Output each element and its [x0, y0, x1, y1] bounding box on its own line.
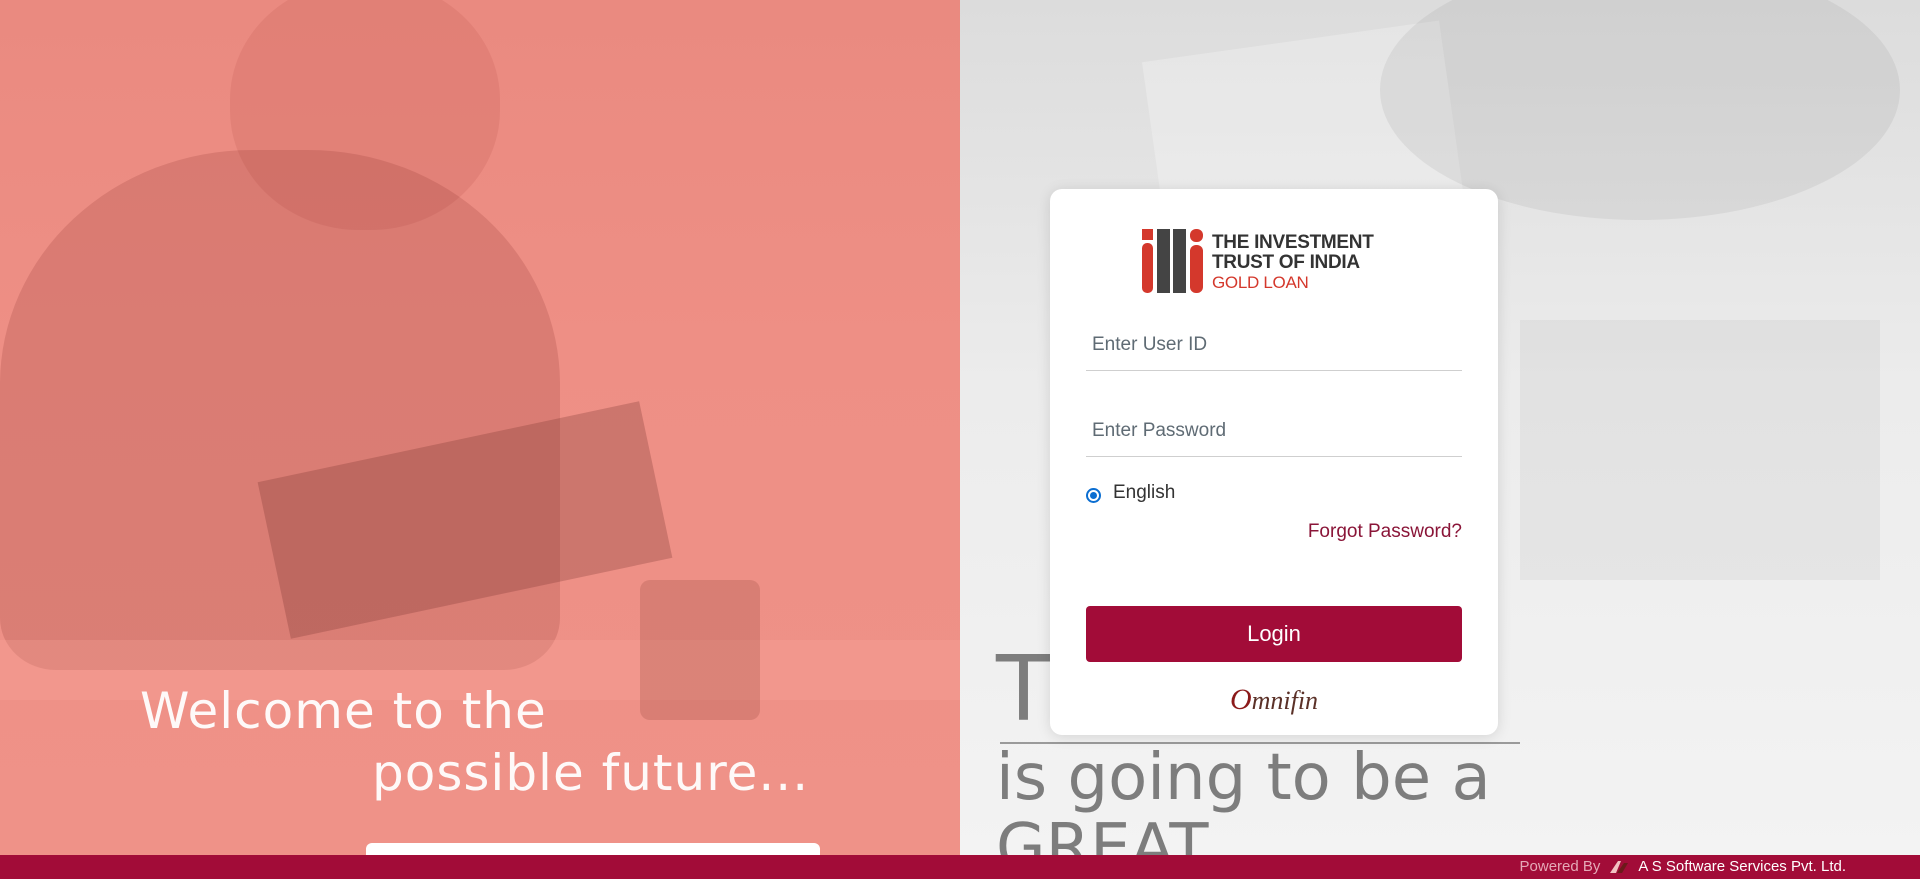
welcome-line-2: possible future...: [372, 744, 810, 802]
footer-bar: Powered By A S Software Services Pvt. Lt…: [0, 855, 1920, 879]
logo-line-2: TRUST OF INDIA: [1212, 252, 1360, 273]
omnifin-brand-rest: mnifin: [1251, 686, 1319, 715]
iti-logo-text: THE INVESTMENT TRUST OF INDIA GOLD LOAN: [1212, 233, 1374, 293]
iti-logo-mark-icon: [1142, 229, 1203, 293]
powered-by-label: Powered By: [1519, 858, 1601, 875]
language-radio[interactable]: [1086, 487, 1101, 503]
forgot-password-link[interactable]: Forgot Password?: [1308, 521, 1462, 543]
footer-credits: Powered By A S Software Services Pvt. Lt…: [1520, 858, 1846, 875]
welcome-bottom-bar: [366, 843, 820, 855]
hero-left-panel: Welcome to the possible future...: [0, 0, 960, 855]
user-id-input[interactable]: [1086, 319, 1462, 371]
tagline-rule: [1000, 742, 1520, 744]
welcome-line-1: Welcome to the: [140, 682, 547, 740]
logo-line-3: GOLD LOAN: [1212, 273, 1309, 292]
tagline-line-3: GREAT: [996, 811, 1209, 855]
login-button[interactable]: Login: [1086, 606, 1462, 662]
omnifin-brand-o: O: [1229, 683, 1252, 716]
as-software-logo-icon: [1610, 860, 1629, 873]
password-input[interactable]: [1086, 405, 1462, 457]
login-card: THE INVESTMENT TRUST OF INDIA GOLD LOAN …: [1050, 189, 1498, 735]
hero-chart-shape: [1520, 320, 1880, 580]
iti-logo: THE INVESTMENT TRUST OF INDIA GOLD LOAN: [1142, 229, 1406, 293]
welcome-text: Welcome to the possible future...: [140, 680, 809, 804]
language-option-english[interactable]: English: [1086, 482, 1175, 504]
company-name: A S Software Services Pvt. Ltd.: [1638, 858, 1846, 875]
omnifin-brand: Omnifin: [1050, 683, 1498, 717]
language-label: English: [1113, 482, 1176, 503]
logo-line-1: THE INVESTMENT: [1212, 232, 1374, 253]
tagline-line-2: is going to be a: [996, 741, 1491, 815]
